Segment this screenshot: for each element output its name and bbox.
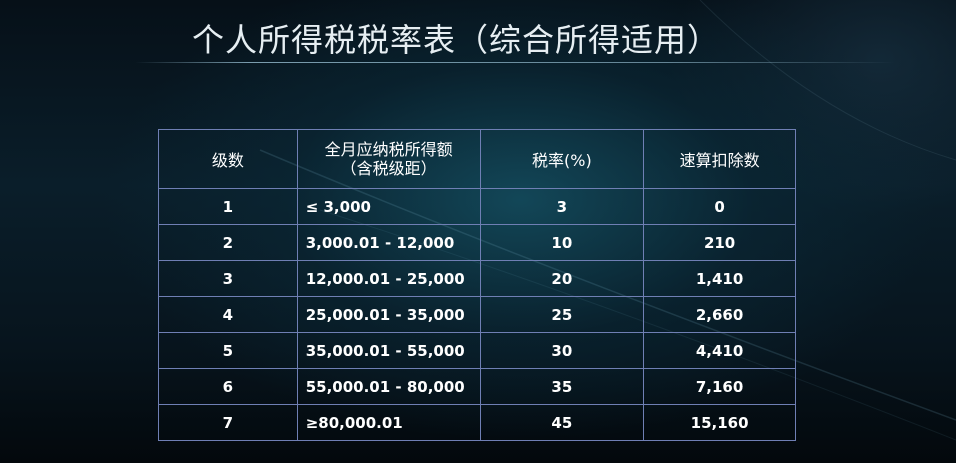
cell-income: 12,000.01 - 25,000 — [296, 260, 481, 297]
cell-deduction: 210 — [643, 224, 796, 261]
cell-deduction: 0 — [643, 188, 796, 225]
cell-rate: 45 — [479, 404, 645, 441]
header-income-line2: （含税级距） — [340, 159, 437, 178]
cell-income: ≥80,000.01 — [296, 404, 481, 441]
table-row: 4 25,000.01 - 35,000 25 2,660 — [158, 296, 796, 333]
table-row: 7 ≥80,000.01 45 15,160 — [158, 404, 796, 441]
table-header-row: 级数 全月应纳税所得额 （含税级距） 税率(%) 速算扣除数 — [158, 129, 796, 189]
cell-deduction: 15,160 — [643, 404, 796, 441]
cell-level: 3 — [158, 260, 298, 297]
cell-rate: 20 — [479, 260, 645, 297]
cell-deduction: 1,410 — [643, 260, 796, 297]
cell-income: 25,000.01 - 35,000 — [296, 296, 481, 333]
cell-level: 4 — [158, 296, 298, 333]
cell-level: 6 — [158, 368, 298, 405]
title-underline — [135, 62, 895, 63]
header-deduction: 速算扣除数 — [643, 129, 796, 189]
header-level: 级数 — [158, 129, 298, 189]
cell-level: 7 — [158, 404, 298, 441]
header-income-line1: 全月应纳税所得额 — [324, 140, 453, 159]
cell-deduction: 4,410 — [643, 332, 796, 369]
header-income: 全月应纳税所得额 （含税级距） — [296, 129, 481, 189]
table-row: 6 55,000.01 - 80,000 35 7,160 — [158, 368, 796, 405]
table-row: 5 35,000.01 - 55,000 30 4,410 — [158, 332, 796, 369]
cell-deduction: 2,660 — [643, 296, 796, 333]
cell-rate: 10 — [479, 224, 645, 261]
cell-level: 5 — [158, 332, 298, 369]
cell-income: ≤ 3,000 — [296, 188, 481, 225]
cell-level: 2 — [158, 224, 298, 261]
cell-income: 3,000.01 - 12,000 — [296, 224, 481, 261]
header-rate: 税率(%) — [479, 129, 645, 189]
cell-rate: 35 — [479, 368, 645, 405]
table-row: 3 12,000.01 - 25,000 20 1,410 — [158, 260, 796, 297]
tax-rate-table: 级数 全月应纳税所得额 （含税级距） 税率(%) 速算扣除数 1 ≤ 3,000… — [158, 129, 796, 441]
cell-rate: 3 — [479, 188, 645, 225]
cell-income: 35,000.01 - 55,000 — [296, 332, 481, 369]
cell-rate: 25 — [479, 296, 645, 333]
table-row: 2 3,000.01 - 12,000 10 210 — [158, 224, 796, 261]
cell-level: 1 — [158, 188, 298, 225]
cell-income: 55,000.01 - 80,000 — [296, 368, 481, 405]
page-title: 个人所得税税率表（综合所得适用） — [192, 21, 721, 59]
cell-rate: 30 — [479, 332, 645, 369]
cell-deduction: 7,160 — [643, 368, 796, 405]
table-row: 1 ≤ 3,000 3 0 — [158, 188, 796, 225]
